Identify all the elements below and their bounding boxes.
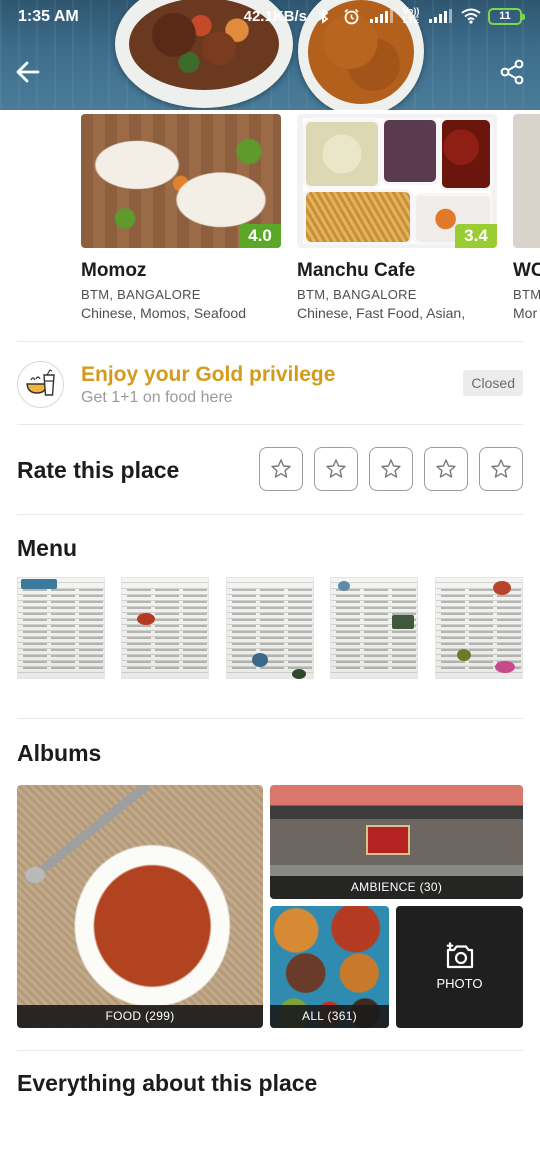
star-4-button[interactable] — [424, 447, 468, 491]
star-1-button[interactable] — [259, 447, 303, 491]
rate-section-title: Rate this place — [17, 457, 180, 483]
back-arrow-icon[interactable] — [12, 56, 44, 88]
battery-icon: 11 — [488, 7, 525, 25]
gold-privilege-subtitle: Get 1+1 on food here — [81, 389, 233, 406]
restaurant-image — [513, 114, 540, 248]
add-photo-label: PHOTO — [436, 976, 483, 991]
restaurant-name: Manchu Cafe — [297, 260, 416, 281]
restaurant-location: BTM — [513, 287, 540, 302]
restaurant-cuisines: Chinese, Fast Food, Asian, — [297, 305, 466, 321]
gold-privilege-title[interactable]: Enjoy your Gold privilege — [81, 363, 335, 387]
about-section-title: Everything about this place — [17, 1070, 318, 1096]
restaurant-name: Momoz — [81, 260, 147, 281]
star-outline-icon — [491, 459, 511, 478]
restaurant-cuisines: Chinese, Momos, Seafood — [81, 305, 246, 321]
menu-page-1[interactable] — [17, 577, 105, 679]
restaurant-card-partial[interactable]: WC BTM Mor — [513, 114, 540, 321]
star-outline-icon — [271, 459, 291, 478]
star-outline-icon — [436, 459, 456, 478]
fork-icon — [25, 785, 150, 884]
restaurant-location: BTM, BANGALORE — [297, 287, 417, 302]
star-outline-icon — [381, 459, 401, 478]
star-outline-icon — [326, 459, 346, 478]
menu-page-2[interactable] — [121, 577, 209, 679]
closed-status-badge: Closed — [463, 370, 523, 396]
restaurant-cuisines: Mor — [513, 305, 538, 321]
album-ambience-label: AMBIENCE (30) — [270, 876, 523, 899]
status-bar: 1:35 AM 42.1KB/s Vo)) LTE 11 — [0, 0, 540, 34]
divider — [17, 341, 523, 342]
album-ambience[interactable]: AMBIENCE (30) — [270, 785, 523, 899]
album-all-label: ALL (361) — [270, 1005, 389, 1028]
menu-section-title: Menu — [17, 535, 78, 561]
rating-badge: 3.4 — [455, 224, 497, 248]
albums-section-title: Albums — [17, 740, 102, 766]
star-3-button[interactable] — [369, 447, 413, 491]
restaurant-card-manchu-cafe[interactable]: 3.4 Manchu Cafe BTM, BANGALORE Chinese, … — [297, 114, 497, 321]
wifi-icon — [461, 8, 481, 24]
network-speed: 42.1KB/s — [243, 7, 307, 25]
divider — [17, 514, 523, 515]
menu-page-4[interactable] — [330, 577, 418, 679]
divider — [17, 1050, 523, 1051]
menu-page-3[interactable] — [226, 577, 314, 679]
divider — [17, 718, 523, 719]
restaurant-card-momoz[interactable]: 4.0 Momoz BTM, BANGALORE Chinese, Momos,… — [81, 114, 281, 321]
album-food-label: FOOD (299) — [17, 1005, 263, 1028]
signal-strength-icon — [370, 9, 393, 23]
add-photo-camera-icon — [446, 942, 474, 969]
add-photo-button[interactable]: PHOTO — [396, 906, 523, 1028]
share-icon[interactable] — [498, 58, 526, 86]
restaurant-image: 3.4 — [297, 114, 497, 248]
signal-strength-icon-2 — [429, 9, 452, 23]
star-5-button[interactable] — [479, 447, 523, 491]
restaurant-name: WC — [513, 260, 540, 281]
status-time: 1:35 AM — [18, 8, 79, 25]
hero-image: 1:35 AM 42.1KB/s Vo)) LTE 11 — [0, 0, 540, 110]
divider — [17, 424, 523, 425]
menu-page-5[interactable] — [435, 577, 523, 679]
album-food[interactable]: FOOD (299) — [17, 785, 263, 1028]
volte-indicator: Vo)) LTE — [402, 6, 420, 25]
gold-food-icon — [17, 361, 64, 408]
rating-badge: 4.0 — [239, 224, 281, 248]
star-2-button[interactable] — [314, 447, 358, 491]
album-all[interactable]: ALL (361) — [270, 906, 389, 1028]
alarm-icon — [343, 8, 361, 25]
restaurant-image: 4.0 — [81, 114, 281, 248]
bluetooth-icon — [316, 8, 334, 24]
restaurant-location: BTM, BANGALORE — [81, 287, 201, 302]
